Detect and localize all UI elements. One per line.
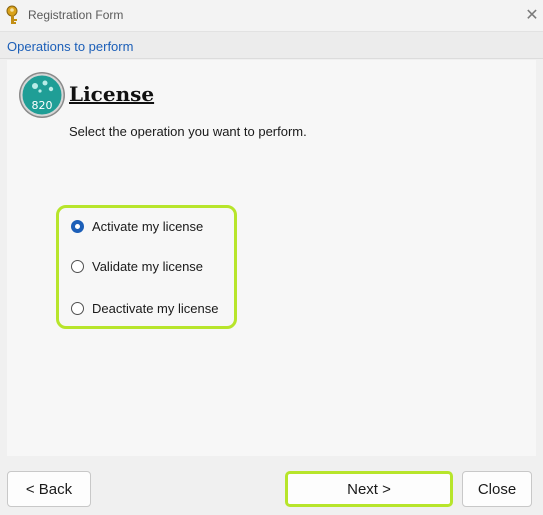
back-button[interactable]: < Back	[7, 471, 91, 507]
registration-window: Registration Form ✕ Operations to perfor…	[0, 0, 543, 515]
title-bar: Registration Form ✕	[0, 0, 543, 32]
key-icon	[6, 5, 18, 24]
option-label: Validate my license	[92, 258, 204, 274]
close-icon[interactable]: ✕	[522, 5, 542, 25]
content-panel: 820 License Select the operation you wan…	[7, 60, 536, 456]
window-title: Registration Form	[28, 8, 124, 22]
option-label: Activate my license	[92, 218, 204, 234]
license-badge-icon: 820	[19, 72, 65, 118]
operation-options-group: Activate my license Validate my license …	[56, 205, 237, 329]
close-button[interactable]: Close	[462, 471, 532, 507]
option-activate-license[interactable]: Activate my license	[71, 217, 203, 235]
radio-button[interactable]	[71, 301, 84, 315]
next-button[interactable]: Next >	[285, 471, 453, 507]
page-title: License	[69, 82, 155, 106]
badge-text: 820	[32, 99, 53, 112]
option-validate-license[interactable]: Validate my license	[71, 257, 203, 275]
option-deactivate-license[interactable]: Deactivate my license	[71, 299, 218, 317]
instruction-text: Select the operation you want to perform…	[69, 124, 307, 139]
section-label: Operations to perform	[7, 39, 134, 54]
radio-button-selected[interactable]	[71, 219, 84, 233]
option-label: Deactivate my license	[92, 300, 219, 316]
section-header: Operations to perform	[0, 32, 543, 59]
radio-button[interactable]	[71, 259, 84, 273]
